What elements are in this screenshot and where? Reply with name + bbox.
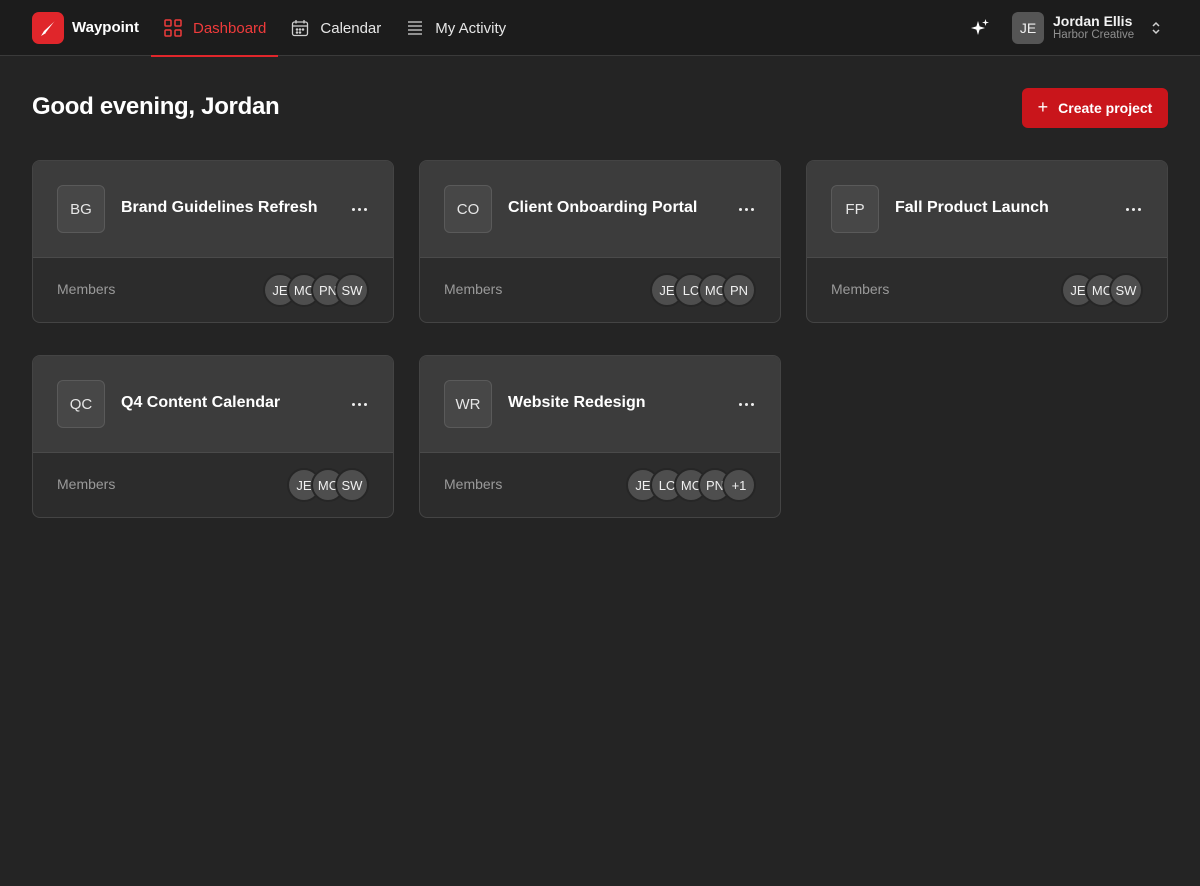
members-label: Members (57, 476, 116, 492)
members-label: Members (444, 281, 503, 297)
account-name: Jordan Ellis (1053, 13, 1133, 30)
nav-calendar[interactable]: Calendar (278, 0, 393, 56)
plus-icon: + (1037, 97, 1049, 117)
card-header: WR Website Redesign (420, 356, 780, 453)
account-org: Harbor Creative (1053, 29, 1135, 42)
project-card[interactable]: BG Brand Guidelines Refresh Members JE M… (32, 160, 394, 323)
project-title[interactable]: Website Redesign (508, 394, 646, 412)
card-header: BG Brand Guidelines Refresh (33, 161, 393, 258)
members-label: Members (831, 281, 890, 297)
project-title[interactable]: Client Onboarding Portal (508, 199, 697, 217)
nav-dashboard[interactable]: Dashboard (151, 0, 279, 57)
member-avatars: JE LC MC PN +1 (626, 468, 756, 502)
project-initials: FP (831, 185, 879, 233)
brand[interactable]: Waypoint (32, 11, 139, 44)
chevron-up-down-icon (1150, 20, 1162, 36)
members-label: Members (444, 476, 503, 492)
member-avatars: JE LC MC PN (650, 273, 756, 307)
more-options-icon[interactable] (1121, 197, 1145, 221)
members-label: Members (57, 281, 116, 297)
project-initials: BG (57, 185, 105, 233)
member-avatar[interactable]: SW (335, 273, 369, 307)
project-card[interactable]: CO Client Onboarding Portal Members JE L… (419, 160, 781, 323)
calendar-icon (290, 18, 310, 38)
sparkle-icon[interactable] (969, 17, 991, 39)
project-title[interactable]: Brand Guidelines Refresh (121, 199, 318, 217)
grid-icon (163, 18, 183, 38)
more-members-badge[interactable]: +1 (722, 468, 756, 502)
member-avatar[interactable]: SW (1109, 273, 1143, 307)
create-project-label: Create project (1058, 100, 1153, 116)
create-project-button[interactable]: + Create project (1022, 88, 1168, 128)
top-bar: Waypoint Dashboard Calendar My Activity … (0, 0, 1200, 57)
project-card[interactable]: QC Q4 Content Calendar Members JE MC SW (32, 355, 394, 518)
card-header: QC Q4 Content Calendar (33, 356, 393, 453)
member-avatars: JE MC PN SW (263, 273, 369, 307)
account-info: Jordan Ellis Harbor Creative (1053, 13, 1134, 42)
card-header: CO Client Onboarding Portal (420, 161, 780, 258)
member-avatar[interactable]: SW (335, 468, 369, 502)
project-initials: CO (444, 185, 492, 233)
member-avatars: JE MC SW (287, 468, 369, 502)
nav-label: Dashboard (193, 19, 267, 37)
list-icon (405, 18, 425, 38)
nav-my-activity[interactable]: My Activity (393, 0, 518, 56)
more-options-icon[interactable] (347, 392, 371, 416)
nav-label: Calendar (320, 19, 382, 37)
nav-label: My Activity (435, 19, 507, 37)
project-title[interactable]: Q4 Content Calendar (121, 394, 280, 412)
page-title: Good evening, Jordan (32, 93, 280, 120)
card-header: FP Fall Product Launch (807, 161, 1167, 258)
project-title[interactable]: Fall Product Launch (895, 199, 1049, 217)
member-avatar[interactable]: PN (722, 273, 756, 307)
app-name: Waypoint (72, 19, 139, 36)
more-options-icon[interactable] (734, 392, 758, 416)
account-switcher[interactable]: JE Jordan Ellis Harbor Creative (1012, 11, 1172, 45)
project-initials: WR (444, 380, 492, 428)
waypoint-logo-icon (32, 11, 64, 44)
project-card[interactable]: FP Fall Product Launch Members JE MC SW (806, 160, 1168, 323)
more-options-icon[interactable] (347, 197, 371, 221)
project-initials: QC (57, 380, 105, 428)
main-nav: Dashboard Calendar My Activity (151, 0, 518, 57)
project-card[interactable]: WR Website Redesign Members JE LC MC PN … (419, 355, 781, 518)
more-options-icon[interactable] (734, 197, 758, 221)
avatar: JE (1012, 12, 1044, 44)
member-avatars: JE MC SW (1061, 273, 1143, 307)
